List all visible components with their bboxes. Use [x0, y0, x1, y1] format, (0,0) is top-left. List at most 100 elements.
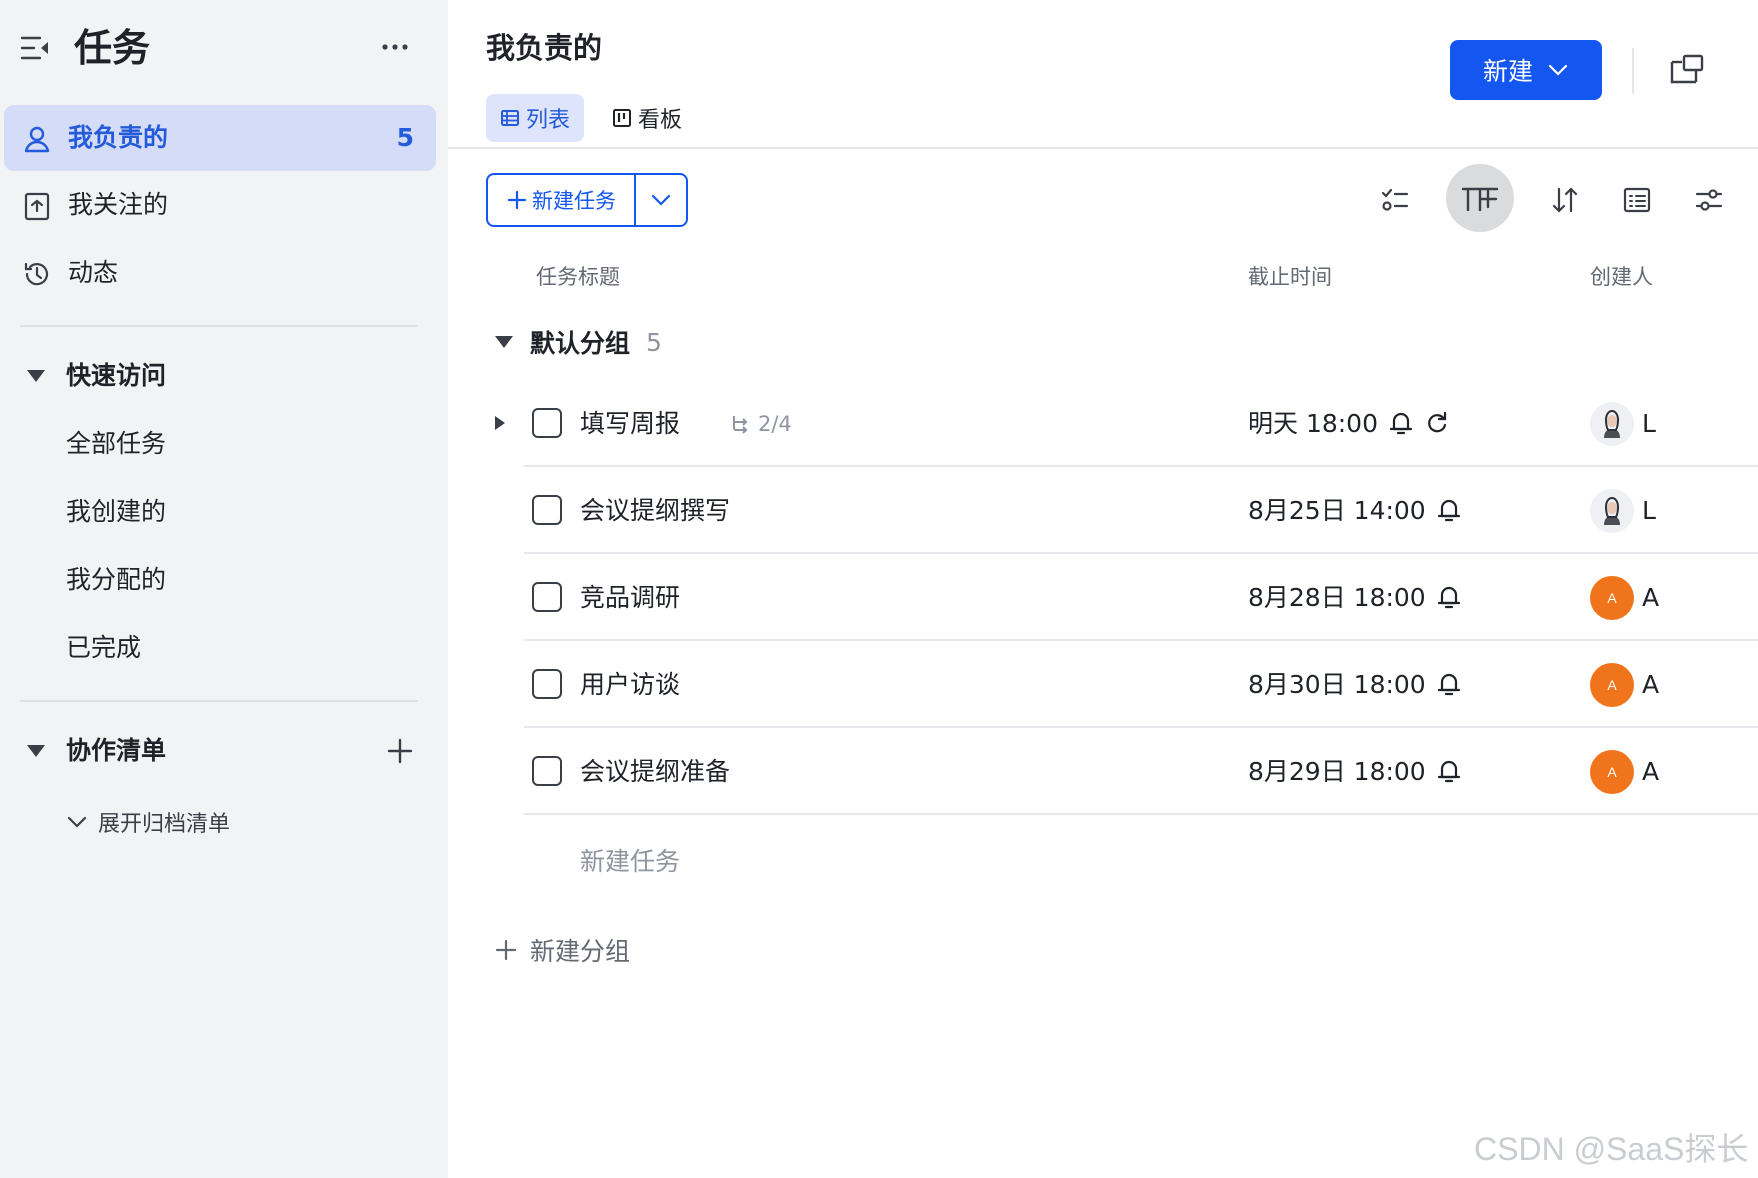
more-icon[interactable]: [378, 30, 412, 64]
task-due[interactable]: 8月30日 18:00: [1248, 641, 1426, 728]
new-task-inline[interactable]: 新建任务: [580, 842, 680, 882]
sidebar-item-label: 我负责的: [68, 123, 169, 152]
sidebar: 任务 我负责的 5 我关注的 动态 快速访问 全部任务 我创建的 我分配的 已完…: [0, 0, 448, 1178]
column-header-creator[interactable]: 创建人: [1590, 262, 1758, 292]
filter-settings-icon[interactable]: [1684, 175, 1734, 225]
task-row[interactable]: 竞品调研 8月28日 18:00 A A: [524, 554, 1758, 641]
task-row[interactable]: 会议提纲撰写 8月25日 14:00 L: [524, 467, 1758, 554]
task-title[interactable]: 填写周报: [580, 380, 680, 467]
task-checkbox[interactable]: [532, 408, 562, 438]
add-icon[interactable]: [386, 737, 414, 765]
kanban-icon: [612, 108, 632, 128]
task-due[interactable]: 明天 18:00: [1248, 380, 1378, 467]
task-checkbox[interactable]: [532, 495, 562, 525]
repeat-icon: [1424, 410, 1450, 436]
column-header-title[interactable]: 任务标题: [536, 262, 620, 292]
new-group-button[interactable]: 新建分组: [494, 932, 630, 968]
bell-icon: [1436, 671, 1462, 697]
expand-archived-lists[interactable]: 展开归档清单: [66, 802, 230, 842]
task-title[interactable]: 会议提纲撰写: [580, 467, 730, 554]
tab-list[interactable]: 列表: [486, 94, 585, 142]
popout-window-icon[interactable]: [1668, 52, 1706, 88]
caret-down-icon: [494, 334, 514, 350]
creator-cell[interactable]: L: [1590, 489, 1758, 533]
sidebar-item-created[interactable]: 我创建的: [66, 482, 166, 542]
subtask-icon: [730, 414, 750, 434]
sidebar-header: 任务: [0, 0, 448, 100]
collab-list-header[interactable]: 协作清单: [0, 721, 448, 781]
creator-name: A: [1642, 757, 1660, 786]
sidebar-item-completed[interactable]: 已完成: [66, 618, 141, 678]
task-row[interactable]: 用户访谈 8月30日 18:00 A A: [524, 641, 1758, 728]
history-icon: [22, 259, 52, 289]
creator-name: A: [1642, 583, 1660, 612]
sort-icon[interactable]: [1540, 175, 1590, 225]
new-task-button[interactable]: 新建任务: [488, 175, 634, 225]
quick-access-label: 快速访问: [66, 361, 167, 390]
new-group-label: 新建分组: [530, 937, 631, 966]
group-header[interactable]: 默认分组 5: [494, 322, 662, 362]
new-task-split-button: 新建任务: [486, 173, 688, 227]
sidebar-collapse-icon[interactable]: [20, 34, 52, 62]
avatar: [1590, 402, 1634, 446]
group-by-icon[interactable]: [1446, 164, 1514, 232]
person-icon: [22, 124, 52, 154]
task-row[interactable]: 会议提纲准备 8月29日 18:00 A A: [524, 728, 1758, 815]
bell-icon: [1436, 497, 1462, 523]
sidebar-item-following[interactable]: 我关注的: [4, 172, 436, 238]
sidebar-divider: [20, 700, 418, 702]
task-title[interactable]: 用户访谈: [580, 641, 680, 728]
sidebar-item-all-tasks[interactable]: 全部任务: [66, 414, 166, 474]
creator-cell[interactable]: A A: [1590, 750, 1758, 794]
sidebar-item-count: 5: [396, 123, 414, 152]
subtask-progress[interactable]: 2/4: [730, 410, 792, 438]
quick-access-header[interactable]: 快速访问: [0, 346, 448, 406]
sidebar-item-my-responsible[interactable]: 我负责的 5: [4, 105, 436, 171]
task-due[interactable]: 8月28日 18:00: [1248, 554, 1426, 641]
watermark: CSDN @SaaS探长: [1474, 1131, 1749, 1167]
detail-view-icon[interactable]: [1612, 175, 1662, 225]
chevron-down-icon: [651, 194, 671, 206]
page-title: 我负责的: [486, 31, 603, 65]
task-title[interactable]: 会议提纲准备: [580, 728, 730, 815]
task-checkbox[interactable]: [532, 756, 562, 786]
creator-name: L: [1642, 496, 1656, 525]
creator-name: A: [1642, 670, 1660, 699]
task-due[interactable]: 8月25日 14:00: [1248, 467, 1426, 554]
tabs-divider: [448, 147, 1758, 149]
avatar: A: [1590, 576, 1634, 620]
tab-list-label: 列表: [526, 108, 571, 133]
sidebar-item-assigned[interactable]: 我分配的: [66, 550, 166, 610]
collab-list-label: 协作清单: [66, 736, 167, 765]
creator-cell[interactable]: A A: [1590, 576, 1758, 620]
avatar: [1590, 489, 1634, 533]
creator-cell[interactable]: A A: [1590, 663, 1758, 707]
group-count: 5: [646, 327, 662, 357]
new-task-dropdown[interactable]: [636, 175, 686, 225]
bookmark-icon: [22, 191, 52, 221]
creator-cell[interactable]: L: [1590, 402, 1758, 446]
avatar: A: [1590, 750, 1634, 794]
bell-icon: [1436, 758, 1462, 784]
new-button[interactable]: 新建: [1450, 40, 1602, 100]
sidebar-item-activity[interactable]: 动态: [4, 240, 436, 306]
new-task-button-label: 新建任务: [532, 189, 616, 213]
chevron-down-icon: [66, 811, 88, 833]
caret-right-icon[interactable]: [492, 413, 508, 433]
header-separator: [1632, 48, 1634, 94]
task-checkbox[interactable]: [532, 582, 562, 612]
task-due[interactable]: 8月29日 18:00: [1248, 728, 1426, 815]
task-row[interactable]: 填写周报 2/4 明天 18:00 L: [495, 380, 1758, 467]
sidebar-title: 任务: [74, 26, 151, 70]
checklist-icon[interactable]: [1370, 175, 1420, 225]
column-header-due[interactable]: 截止时间: [1248, 262, 1332, 292]
creator-name: L: [1642, 409, 1656, 438]
bell-icon: [1436, 584, 1462, 610]
caret-down-icon: [26, 743, 46, 759]
task-checkbox[interactable]: [532, 669, 562, 699]
tab-kanban[interactable]: 看板: [598, 94, 696, 142]
task-title[interactable]: 竞品调研: [580, 554, 680, 641]
plus-icon: [494, 938, 518, 962]
table-icon: [500, 108, 520, 128]
avatar: A: [1590, 663, 1634, 707]
